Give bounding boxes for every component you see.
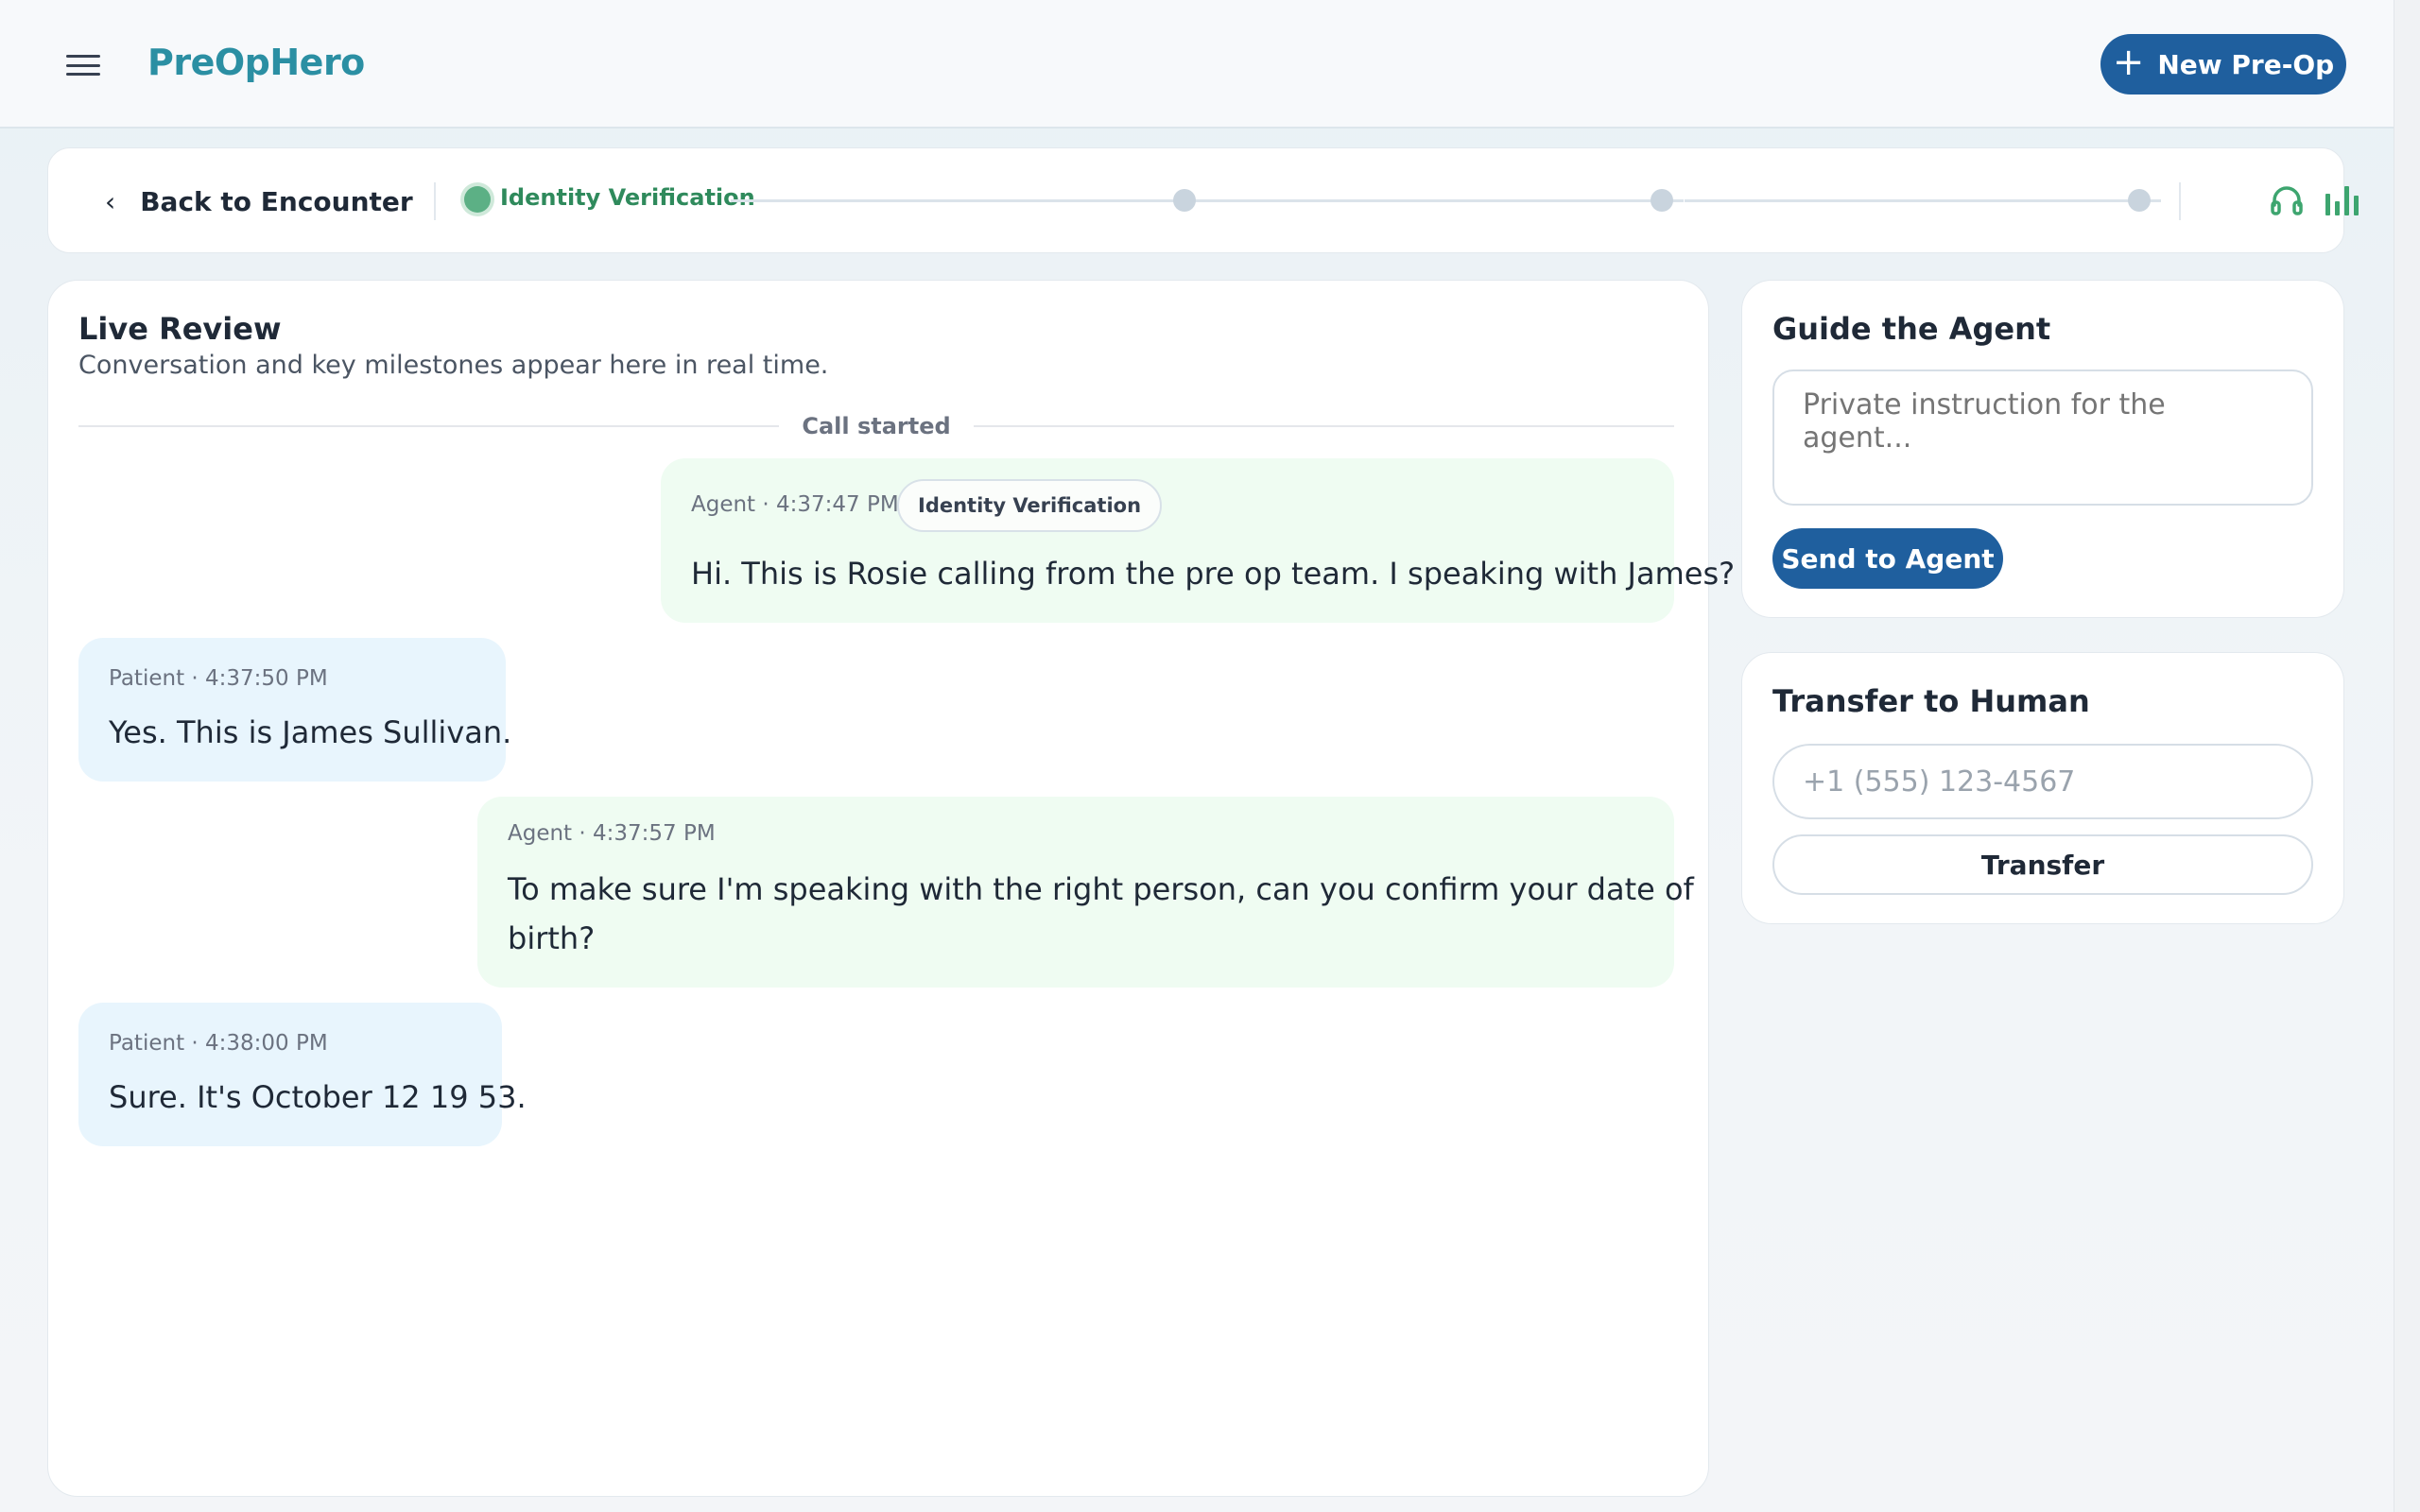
chevron-left-icon: ‹ <box>105 185 116 217</box>
transfer-button[interactable]: Transfer <box>1772 834 2313 895</box>
new-preop-label: New Pre-Op <box>2157 48 2335 80</box>
hamburger-menu-icon[interactable] <box>66 53 100 77</box>
call-started-label: Call started <box>802 413 951 439</box>
step-dot <box>1651 189 1673 212</box>
message-meta: Patient · 4:38:00 PM <box>109 1031 328 1056</box>
step-dot-active <box>464 186 491 213</box>
message-meta: Agent · 4:37:47 PM <box>691 492 899 517</box>
step-dot <box>2128 189 2151 212</box>
audio-bars-icon[interactable] <box>2325 184 2360 216</box>
headset-icon[interactable] <box>2270 184 2304 216</box>
agent-instruction-textarea[interactable] <box>1772 369 2313 506</box>
guide-agent-card: Guide the Agent Send to Agent <box>1741 280 2344 618</box>
plus-icon: + <box>2112 41 2145 84</box>
message-text-line2: birth? <box>508 920 596 956</box>
step-track <box>1685 199 2161 202</box>
back-label: Back to Encounter <box>140 185 413 217</box>
step-dot <box>1173 189 1196 212</box>
agent-message: Agent · 4:37:57 PM To make sure I'm spea… <box>477 797 1694 988</box>
progress-bar-card: ‹ Back to Encounter Identity Verificatio… <box>47 147 2359 253</box>
patient-message: Patient · 4:37:50 PM Yes. This is James … <box>78 638 511 782</box>
page-scrollbar[interactable] <box>2394 0 2420 1512</box>
divider <box>434 182 436 220</box>
message-text: Sure. It's October 12 19 53. <box>109 1079 527 1115</box>
back-to-encounter-link[interactable]: ‹ Back to Encounter <box>105 182 413 220</box>
message-meta: Agent · 4:37:57 PM <box>508 821 716 846</box>
phone-number-input[interactable]: +1 (555) 123-4567 <box>1772 744 2313 819</box>
live-review-subtitle: Conversation and key milestones appear h… <box>78 351 829 380</box>
call-started-divider: Call started <box>78 411 1674 441</box>
message-text-line1: To make sure I'm speaking with the right… <box>508 871 1694 907</box>
step-track <box>1207 199 1684 202</box>
agent-message: Agent · 4:37:47 PM Identity Verification… <box>661 458 1735 623</box>
message-text: Hi. This is Rosie calling from the pre o… <box>691 556 1736 592</box>
patient-message: Patient · 4:38:00 PM Sure. It's October … <box>78 1003 527 1146</box>
live-review-title: Live Review <box>78 311 282 347</box>
transfer-card: Transfer to Human +1 (555) 123-4567 Tran… <box>1741 652 2344 924</box>
send-to-agent-button[interactable]: Send to Agent <box>1772 528 2003 589</box>
divider <box>2179 182 2181 220</box>
live-review-card: Live Review Conversation and key milesto… <box>47 280 1735 1497</box>
top-bar: PreOpHero + New Pre-Op <box>0 0 2394 129</box>
divider-line <box>78 425 780 427</box>
divider-line <box>973 425 1674 427</box>
message-text: Yes. This is James Sullivan. <box>109 714 512 750</box>
transfer-title: Transfer to Human <box>1772 683 2090 719</box>
guide-agent-title: Guide the Agent <box>1772 311 2051 347</box>
app-logo[interactable]: PreOpHero <box>147 42 365 83</box>
active-step-label: Identity Verification <box>500 184 755 211</box>
new-preop-button[interactable]: + New Pre-Op <box>2100 34 2346 94</box>
milestone-tag: Identity Verification <box>897 479 1163 532</box>
step-track <box>731 199 1207 202</box>
message-meta: Patient · 4:37:50 PM <box>109 666 328 691</box>
